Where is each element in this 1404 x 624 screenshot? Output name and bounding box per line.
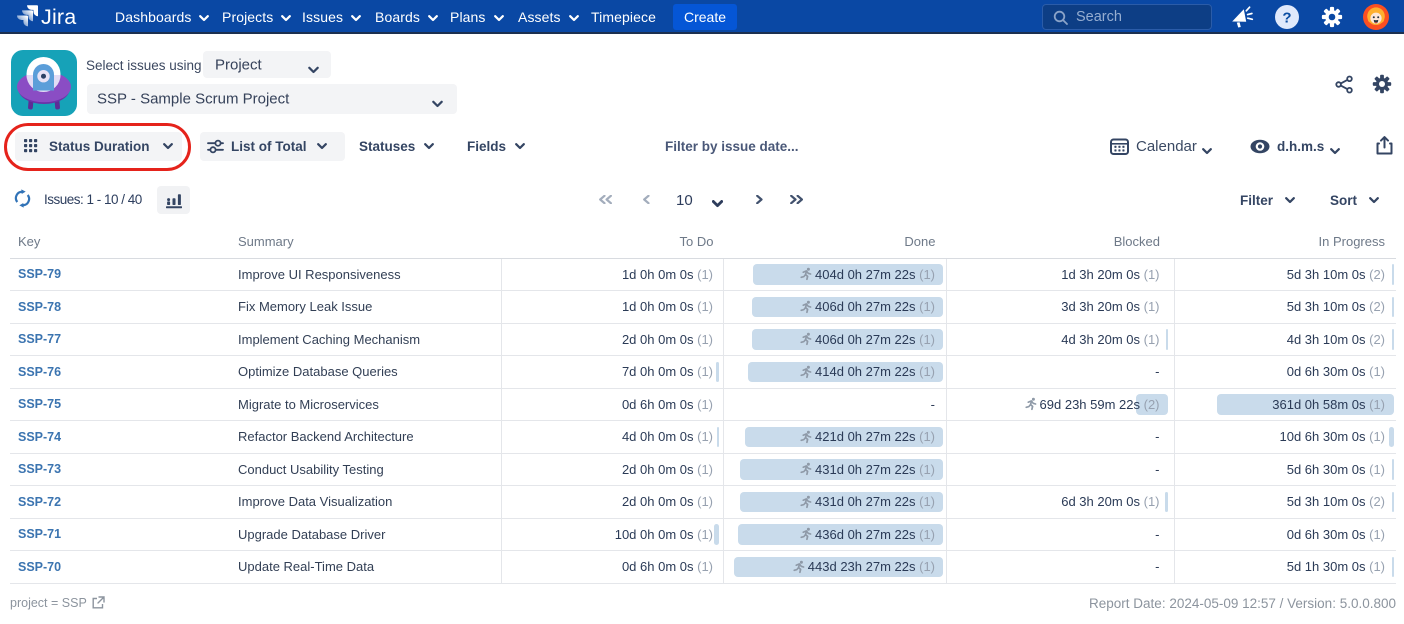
svg-text:?: ? — [1282, 10, 1291, 27]
